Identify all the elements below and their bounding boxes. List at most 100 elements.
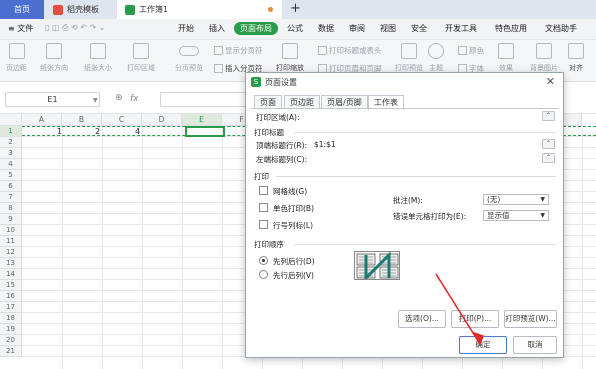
options-button[interactable]: 选项(O)... (398, 310, 446, 328)
menu-item-doc-assistant[interactable]: 文档助手 (545, 23, 577, 34)
tab-bar: 首页 稻壳模板 工作簿1 + (0, 0, 596, 19)
tab-workbook[interactable]: 工作簿1 (117, 0, 282, 19)
colors-label: 颜色 (469, 46, 484, 55)
column-header-B[interactable]: B (62, 114, 102, 126)
row-header-8[interactable]: 8 (0, 203, 22, 214)
fx-icon[interactable]: fx (130, 94, 139, 104)
paper-size-button[interactable]: 纸张大小 (84, 43, 112, 73)
row-header-4[interactable]: 4 (0, 159, 22, 170)
align-button[interactable]: 对齐 (568, 43, 584, 73)
file-menu[interactable]: ≡ 文件 (8, 23, 33, 34)
name-box[interactable]: E1 (5, 92, 100, 107)
menu-item-security[interactable]: 安全 (411, 23, 427, 34)
page-break-preview-button[interactable]: 分页预览 (175, 43, 203, 73)
mono-checkbox[interactable] (259, 203, 268, 212)
tab-margins[interactable]: 页边距 (284, 95, 320, 109)
row-header-21[interactable]: 21 (0, 346, 22, 357)
formula-input[interactable] (160, 92, 250, 107)
row-header-12[interactable]: 12 (0, 247, 22, 258)
title-cols-label: 左端标题列(C): (256, 155, 308, 164)
errors-value: 显示值 (487, 211, 510, 220)
close-icon[interactable]: ✕ (546, 75, 555, 88)
rowcol-checkbox[interactable] (259, 220, 268, 229)
zoom-icon[interactable]: ⊕ (115, 93, 123, 103)
menu-item-formula[interactable]: 公式 (287, 23, 303, 34)
over-then-down-radio[interactable] (259, 270, 268, 279)
print-title-button[interactable]: 打印标题或表头 (318, 45, 382, 56)
errors-select[interactable]: 显示值 ▼ (483, 210, 549, 221)
column-header-A[interactable]: A (22, 114, 62, 126)
row-header-19[interactable]: 19 (0, 324, 22, 335)
row-header-9[interactable]: 9 (0, 214, 22, 225)
row-header-5[interactable]: 5 (0, 170, 22, 181)
show-break-toggle[interactable]: 显示分页符 (214, 45, 263, 56)
ok-button[interactable]: 确定 (459, 336, 507, 354)
selected-cell-E1[interactable] (185, 126, 225, 137)
print-preview-button[interactable]: 打印预览 (395, 43, 423, 73)
row-header-17[interactable]: 17 (0, 302, 22, 313)
gridlines-checkbox[interactable] (259, 186, 268, 195)
menu-item-review[interactable]: 审阅 (349, 23, 365, 34)
tab-template[interactable]: 稻壳模板 (45, 0, 115, 19)
new-tab-button[interactable]: + (290, 1, 301, 16)
column-header-D[interactable]: D (142, 114, 182, 126)
print-area-range-button[interactable]: ⌃ (542, 111, 555, 121)
row-header-3[interactable]: 3 (0, 148, 22, 159)
menu-item-features[interactable]: 特色应用 (495, 23, 527, 34)
row-header-2[interactable]: 2 (0, 137, 22, 148)
column-header-C[interactable]: C (102, 114, 142, 126)
grid-line (62, 126, 63, 369)
title-cols-range-button[interactable]: ⌃ (542, 153, 555, 163)
dialog-titlebar[interactable]: S 页面设置 ✕ (246, 73, 563, 91)
show-break-label: 显示分页符 (225, 46, 263, 55)
row-header-18[interactable]: 18 (0, 313, 22, 324)
print-area-icon (133, 43, 149, 59)
row-header-1[interactable]: 1 (0, 126, 22, 137)
row-header-15[interactable]: 15 (0, 280, 22, 291)
print-button[interactable]: 打印(P)... (451, 310, 499, 328)
colors-button[interactable]: 颜色 (458, 45, 484, 56)
menu-item-data[interactable]: 数据 (318, 23, 334, 34)
comments-select[interactable]: (无) ▼ (483, 194, 549, 205)
menu-item-page-layout[interactable]: 页面布局 (234, 22, 278, 35)
menu-item-view[interactable]: 视图 (380, 23, 396, 34)
print-area-label: 打印区域(A): (256, 113, 300, 122)
errors-label: 错误单元格打印为(E): (393, 212, 467, 221)
menu-item-start[interactable]: 开始 (178, 23, 194, 34)
title-rows-input[interactable]: $1:$1 (314, 140, 336, 149)
section-divider (294, 132, 556, 133)
margins-button[interactable]: 页边距 (6, 43, 27, 73)
tab-home[interactable]: 首页 (0, 0, 44, 19)
tab-page[interactable]: 页面 (254, 95, 282, 109)
background-button[interactable]: 背景图片 (530, 43, 558, 73)
orientation-button[interactable]: 纸张方向 (40, 43, 68, 73)
cell-A1[interactable]: 1 (57, 127, 62, 136)
effects-button[interactable]: 效果 (498, 43, 514, 73)
menu-bar: ≡ 文件 ▯ ◫ ⎙ ⟲ ↶ ↷ ⌄ 开始 插入 页面布局 公式 数据 审阅 视… (0, 19, 596, 40)
row-header-20[interactable]: 20 (0, 335, 22, 346)
row-header-7[interactable]: 7 (0, 192, 22, 203)
print-preview-dialog-button[interactable]: 打印预览(W)... (504, 310, 557, 328)
row-header-16[interactable]: 16 (0, 291, 22, 302)
over-then-down-label: 先行后列(V) (273, 271, 314, 280)
down-then-over-radio[interactable] (259, 256, 268, 265)
print-scale-button[interactable]: 打印缩放 (276, 43, 304, 73)
cell-B1[interactable]: 2 (95, 127, 100, 136)
menu-item-developer[interactable]: 开发工具 (445, 23, 477, 34)
row-header-13[interactable]: 13 (0, 258, 22, 269)
cell-C1[interactable]: 4 (135, 127, 140, 136)
select-all-corner[interactable] (0, 114, 22, 126)
theme-button[interactable]: 主题 (428, 43, 444, 73)
row-header-6[interactable]: 6 (0, 181, 22, 192)
chevron-down-icon[interactable]: ▼ (93, 97, 98, 104)
row-header-11[interactable]: 11 (0, 236, 22, 247)
chevron-down-icon: ▼ (540, 212, 545, 219)
print-area-button[interactable]: 打印区域 (127, 43, 155, 73)
cancel-button[interactable]: 取消 (513, 336, 557, 354)
title-rows-range-button[interactable]: ⌃ (542, 139, 555, 149)
row-header-10[interactable]: 10 (0, 225, 22, 236)
tab-header-footer[interactable]: 页眉/页脚 (321, 95, 368, 109)
column-header-E[interactable]: E (182, 114, 222, 126)
row-header-14[interactable]: 14 (0, 269, 22, 280)
menu-item-insert[interactable]: 插入 (209, 23, 225, 34)
